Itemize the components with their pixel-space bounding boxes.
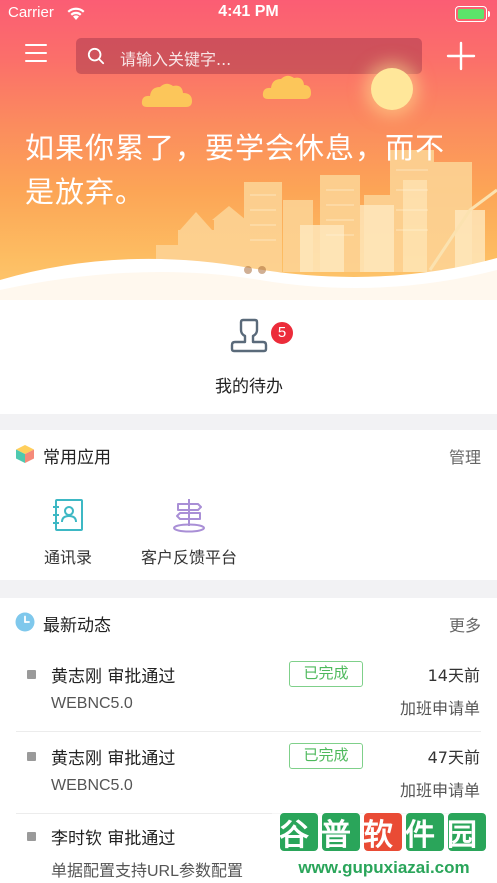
bullet-icon [27, 670, 36, 679]
news-type: 加班申请单 [399, 699, 480, 718]
news-item[interactable]: 黄志刚 审批通过 WEBNC5.0 已完成 14天前 加班申请单 [0, 650, 497, 732]
news-subtitle: 单据配置支持URL参数配置 [51, 863, 244, 880]
status-badge: 已完成 [289, 661, 363, 687]
app-label: 通讯录 [43, 548, 92, 567]
status-bar: Carrier 4:41 PM [0, 0, 497, 28]
banner-slogan: 如果你累了，要学会休息，而不是放弃。 [25, 131, 446, 209]
contacts-icon [53, 499, 83, 531]
watermark-logo: 谷普软件园 www.gupuxiazai.com [272, 803, 497, 883]
todo-count-badge: 5 [269, 320, 295, 346]
bullet-icon [27, 832, 36, 841]
news-item[interactable]: 黄志刚 审批通过 WEBNC5.0 已完成 47天前 加班申请单 [0, 732, 497, 814]
clock-icon [15, 612, 35, 632]
app-contacts[interactable]: 通讯录 [40, 496, 96, 568]
news-type: 加班申请单 [399, 781, 480, 800]
app-label: 客户反馈平台 [140, 548, 237, 567]
news-title: 李时钦 审批通过 [51, 829, 176, 849]
section-header: 常用应用 管理 [0, 430, 497, 478]
menu-button[interactable] [25, 44, 47, 66]
signpost-icon [173, 499, 205, 533]
news-subtitle: WEBNC5.0 [51, 695, 133, 712]
hero-banner: Carrier 4:41 PM 请输入关键字... 如果你累了，要学会休息，而不… [0, 0, 497, 330]
status-badge: 已完成 [289, 743, 363, 769]
cloud-decoration [262, 75, 311, 99]
stamp-icon [230, 318, 268, 353]
add-icon[interactable] [446, 41, 476, 71]
app-customer-feedback[interactable]: 客户反馈平台 [136, 496, 242, 568]
todo-section: 5 我的待办 [0, 300, 497, 414]
svg-text:谷普软件园: 谷普软件园 [279, 818, 489, 853]
sun-decoration [371, 68, 413, 110]
section-title: 最新动态 [43, 616, 111, 636]
common-apps-section: 常用应用 管理 通讯录 客户反馈平台 [0, 430, 497, 580]
search-icon [87, 47, 105, 65]
news-title: 黄志刚 审批通过 [51, 749, 176, 769]
search-input[interactable]: 请输入关键字... [76, 38, 422, 74]
manage-link[interactable]: 管理 [449, 444, 481, 468]
news-subtitle: WEBNC5.0 [51, 777, 133, 794]
carousel-indicator[interactable] [244, 259, 272, 278]
battery-icon [455, 6, 490, 22]
search-placeholder: 请输入关键字... [120, 50, 232, 69]
section-header: 最新动态 更多 [0, 598, 497, 646]
news-time: 47天前 [427, 748, 480, 767]
svg-text:www.gupuxiazai.com: www.gupuxiazai.com [297, 858, 469, 877]
news-title: 黄志刚 审批通过 [51, 667, 176, 687]
more-link[interactable]: 更多 [449, 612, 481, 636]
clock: 4:41 PM [218, 3, 279, 20]
my-todo-button[interactable]: 5 我的待办 [199, 314, 299, 404]
news-time: 14天前 [427, 666, 480, 685]
cube-icon [16, 445, 34, 463]
section-title: 常用应用 [43, 448, 111, 468]
bullet-icon [27, 752, 36, 761]
cloud-decoration [141, 83, 192, 107]
todo-label: 我的待办 [215, 377, 283, 397]
